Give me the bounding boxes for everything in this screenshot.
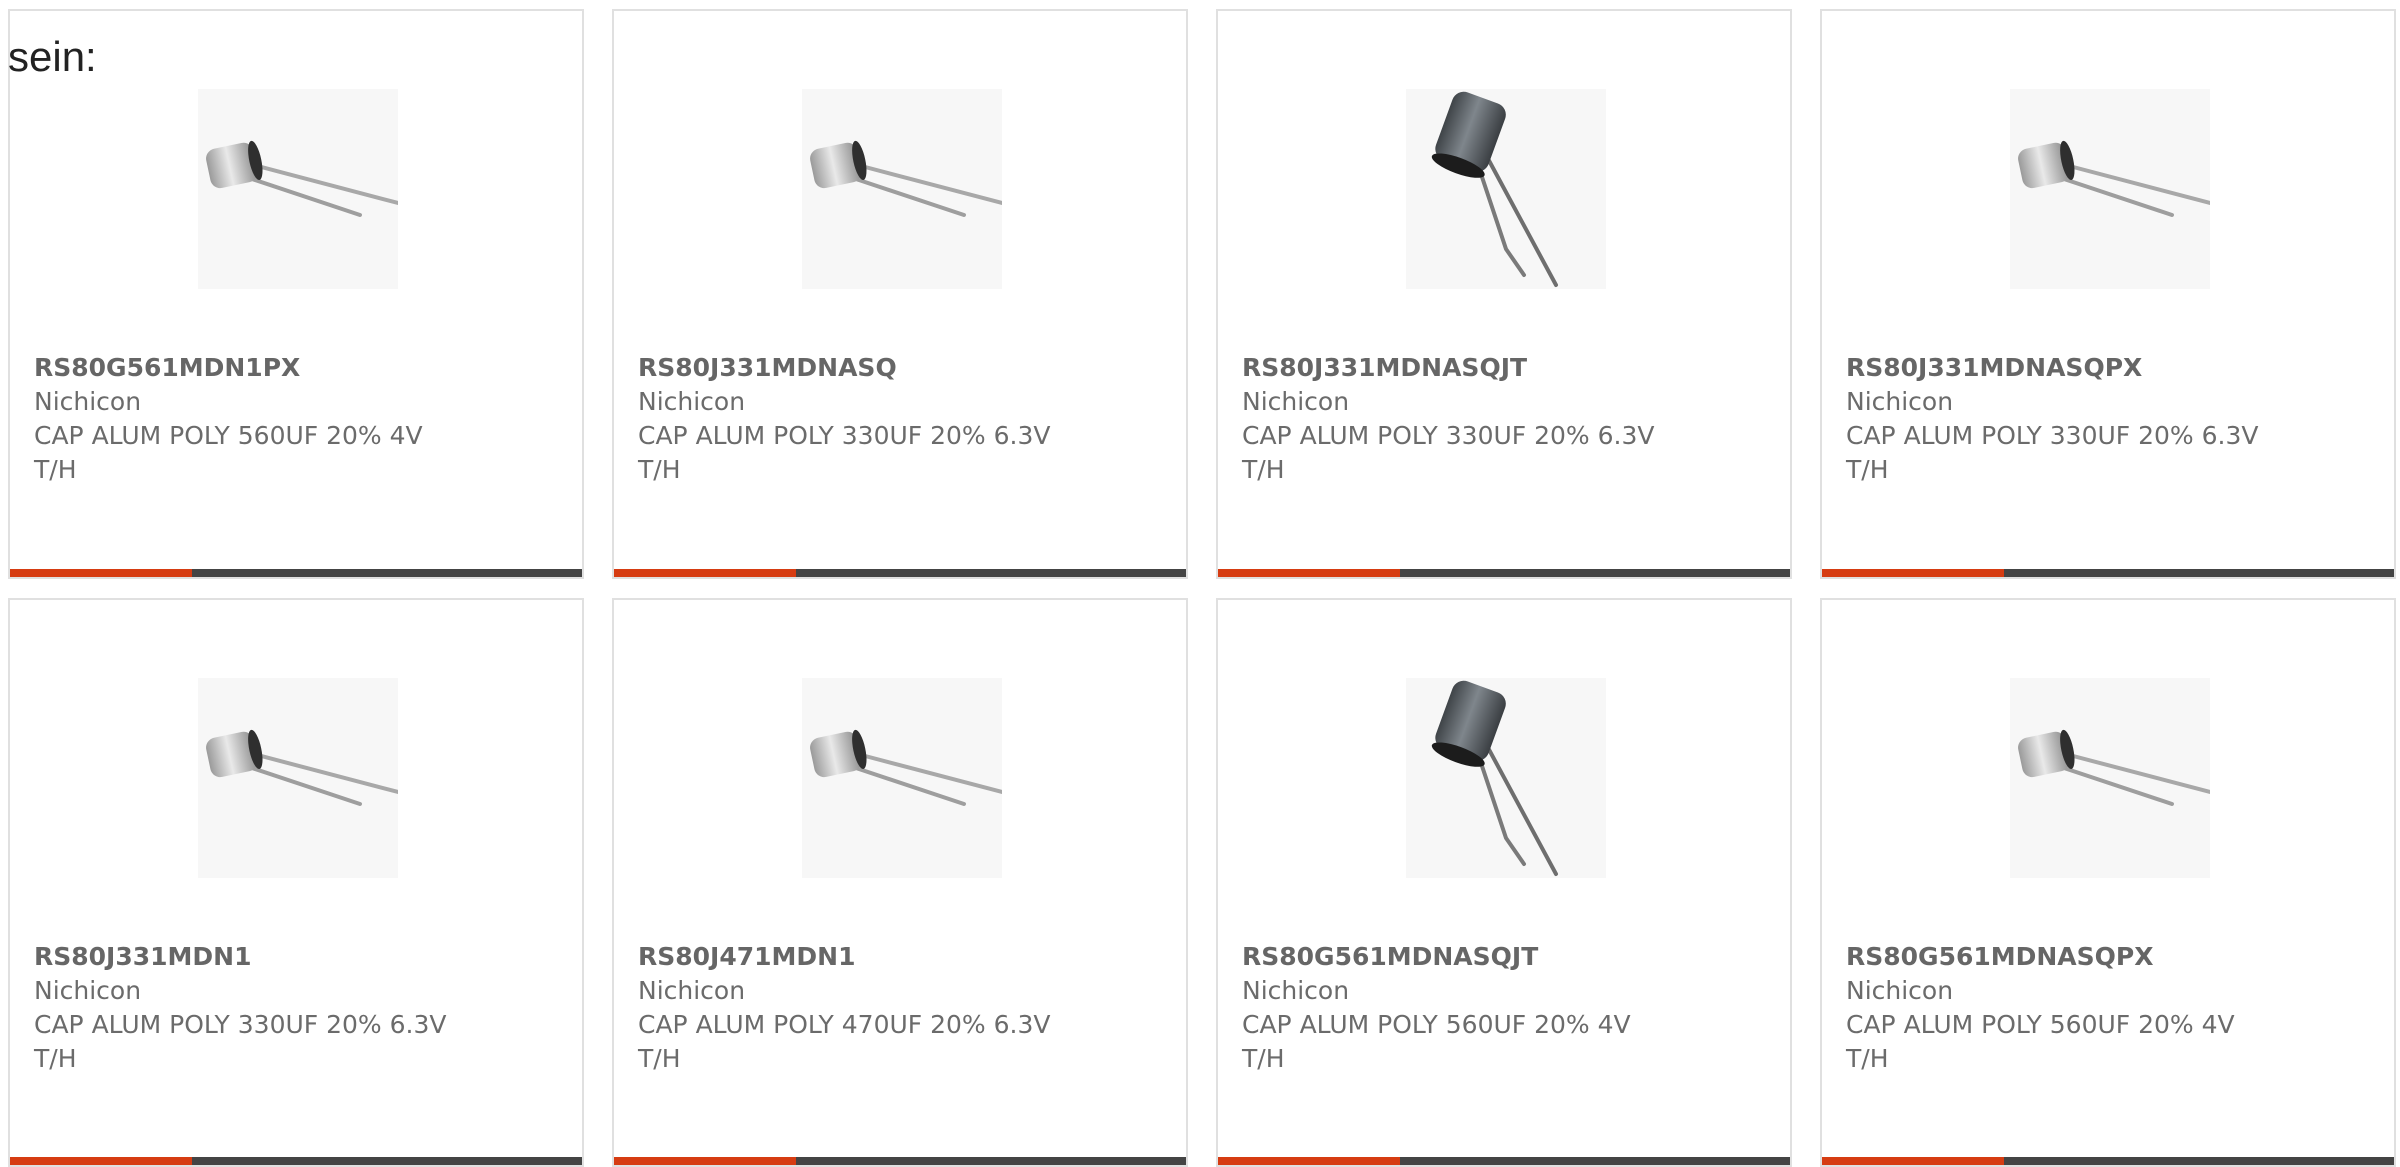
card-footer-bar [1822,569,2394,577]
product-card[interactable]: RS80J331MDNASQ Nichicon CAP ALUM POLY 33… [612,9,1188,579]
mount-type: T/H [1846,1044,1889,1073]
part-number[interactable]: RS80J331MDNASQ [638,351,1118,385]
description: CAP ALUM POLY 560UF 20% 4V [1846,1010,2235,1039]
card-footer-bar [10,1157,582,1165]
small-radial-capacitor-icon[interactable] [198,89,398,289]
description: CAP ALUM POLY 330UF 20% 6.3V [1242,421,1655,450]
card-footer-bar [10,569,582,577]
product-text: RS80G561MDN1PX Nichicon CAP ALUM POLY 56… [34,351,514,487]
card-accent-bar [1822,1157,2004,1165]
card-footer-bar [1218,1157,1790,1165]
mount-type: T/H [34,455,77,484]
card-footer-bar [1822,1157,2394,1165]
product-card[interactable]: RS80G561MDNASQPX Nichicon CAP ALUM POLY … [1820,598,2396,1167]
card-accent-bar [614,569,796,577]
small-radial-capacitor-icon[interactable] [2010,678,2210,878]
small-radial-capacitor-icon[interactable] [802,678,1002,878]
intro-text: sein: [8,33,97,80]
description: CAP ALUM POLY 470UF 20% 6.3V [638,1010,1051,1039]
card-accent-bar [614,1157,796,1165]
part-number[interactable]: RS80G561MDNASQJT [1242,940,1722,974]
mount-type: T/H [34,1044,77,1073]
product-card[interactable]: RS80G561MDN1PX Nichicon CAP ALUM POLY 56… [8,9,584,579]
card-footer-bar [1218,569,1790,577]
card-accent-bar [10,569,192,577]
product-text: RS80J331MDNASQPX Nichicon CAP ALUM POLY … [1846,351,2326,487]
product-card[interactable]: RS80J331MDNASQJT Nichicon CAP ALUM POLY … [1216,9,1792,579]
manufacturer: Nichicon [1242,387,1350,416]
description: CAP ALUM POLY 330UF 20% 6.3V [638,421,1051,450]
part-number[interactable]: RS80J331MDNASQPX [1846,351,2326,385]
card-accent-bar [10,1157,192,1165]
part-number[interactable]: RS80J331MDNASQJT [1242,351,1722,385]
card-accent-bar [1218,569,1400,577]
description: CAP ALUM POLY 330UF 20% 6.3V [34,1010,447,1039]
manufacturer: Nichicon [638,976,746,1005]
product-text: RS80J471MDN1 Nichicon CAP ALUM POLY 470U… [638,940,1118,1076]
part-number[interactable]: RS80J331MDN1 [34,940,514,974]
product-card[interactable]: RS80J471MDN1 Nichicon CAP ALUM POLY 470U… [612,598,1188,1167]
product-text: RS80G561MDNASQPX Nichicon CAP ALUM POLY … [1846,940,2326,1076]
product-text: RS80G561MDNASQJT Nichicon CAP ALUM POLY … [1242,940,1722,1076]
mount-type: T/H [638,1044,681,1073]
description: CAP ALUM POLY 330UF 20% 6.3V [1846,421,2259,450]
manufacturer: Nichicon [34,387,142,416]
manufacturer: Nichicon [34,976,142,1005]
card-accent-bar [1822,569,2004,577]
product-card[interactable]: RS80J331MDNASQPX Nichicon CAP ALUM POLY … [1820,9,2396,579]
product-text: RS80J331MDN1 Nichicon CAP ALUM POLY 330U… [34,940,514,1076]
small-radial-capacitor-icon[interactable] [802,89,1002,289]
part-number[interactable]: RS80J471MDN1 [638,940,1118,974]
product-card[interactable]: RS80J331MDN1 Nichicon CAP ALUM POLY 330U… [8,598,584,1167]
manufacturer: Nichicon [1846,387,1954,416]
card-accent-bar [1218,1157,1400,1165]
mount-type: T/H [638,455,681,484]
mount-type: T/H [1846,455,1889,484]
part-number[interactable]: RS80G561MDN1PX [34,351,514,385]
product-grid-page: sein: RS80G561MDN1PX Nichicon CAP ALUM P… [0,0,2400,1167]
small-radial-capacitor-icon[interactable] [2010,89,2210,289]
manufacturer: Nichicon [1846,976,1954,1005]
mount-type: T/H [1242,455,1285,484]
card-footer-bar [614,1157,1186,1165]
description: CAP ALUM POLY 560UF 20% 4V [34,421,423,450]
product-text: RS80J331MDNASQ Nichicon CAP ALUM POLY 33… [638,351,1118,487]
mount-type: T/H [1242,1044,1285,1073]
description: CAP ALUM POLY 560UF 20% 4V [1242,1010,1631,1039]
dark-radial-capacitor-icon[interactable] [1406,678,1606,878]
product-text: RS80J331MDNASQJT Nichicon CAP ALUM POLY … [1242,351,1722,487]
small-radial-capacitor-icon[interactable] [198,678,398,878]
dark-radial-capacitor-icon[interactable] [1406,89,1606,289]
card-footer-bar [614,569,1186,577]
manufacturer: Nichicon [638,387,746,416]
manufacturer: Nichicon [1242,976,1350,1005]
part-number[interactable]: RS80G561MDNASQPX [1846,940,2326,974]
product-card[interactable]: RS80G561MDNASQJT Nichicon CAP ALUM POLY … [1216,598,1792,1167]
